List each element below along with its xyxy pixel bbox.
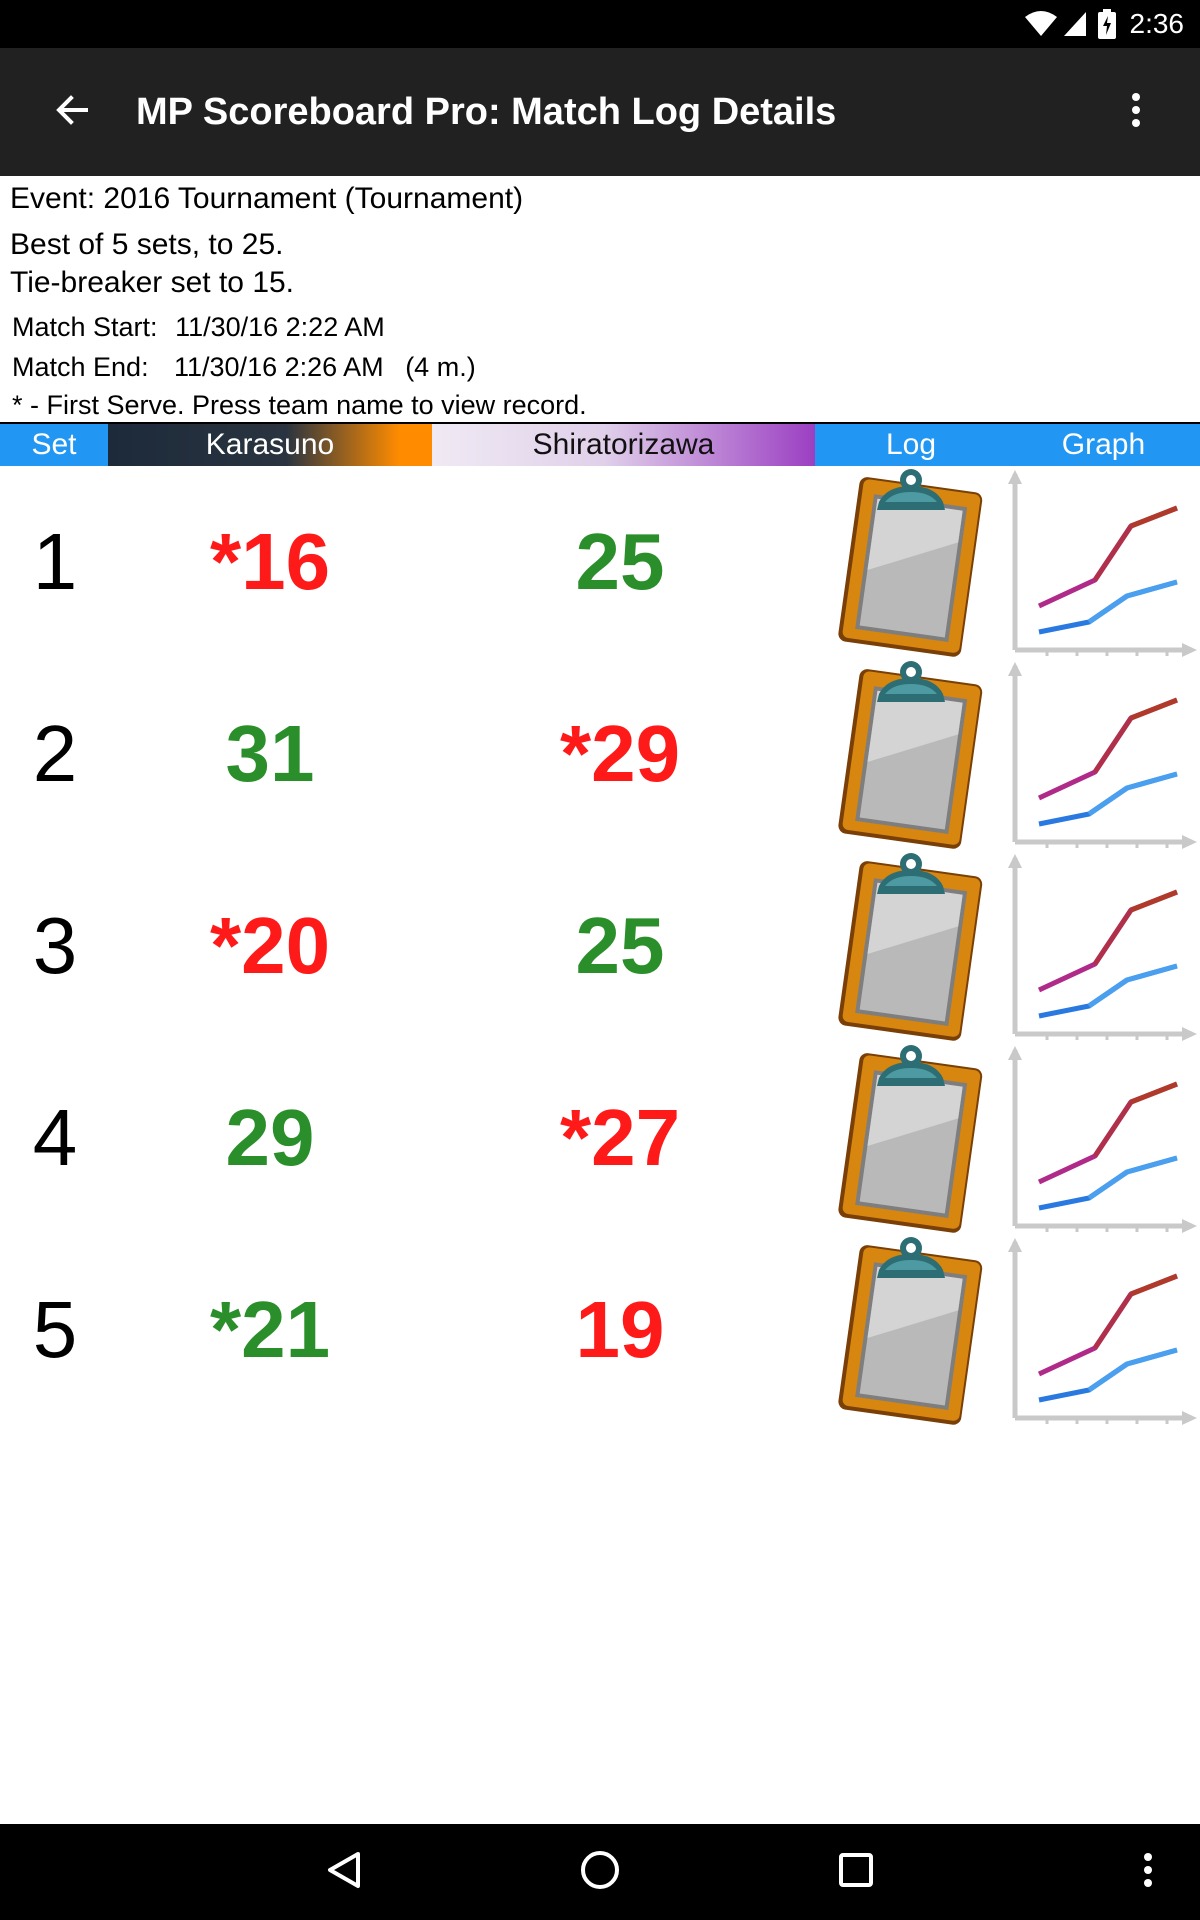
view-graph-button[interactable]	[1007, 1234, 1200, 1426]
nav-back-button[interactable]	[312, 1840, 376, 1904]
view-graph-button[interactable]	[1007, 658, 1200, 850]
nav-home-button[interactable]	[568, 1840, 632, 1904]
tiebreaker-text: Tie-breaker set to 15.	[10, 266, 295, 299]
header-team-shiratorizawa[interactable]: Shiratorizawa	[432, 424, 815, 466]
karasuno-score: 31	[225, 709, 315, 798]
clipboard-icon	[815, 850, 1007, 1042]
match-end: Match End: 11/30/16 2:26 AM (4 m.)	[12, 352, 476, 383]
set-number: 5	[32, 1285, 78, 1374]
format-text: Best of 5 sets, to 25.	[10, 228, 284, 261]
set-number: 4	[32, 1093, 78, 1182]
header-team-karasuno[interactable]: Karasuno	[108, 424, 432, 466]
set-row: 5 *21 19	[0, 1234, 1200, 1426]
shiratorizawa-score: *27	[559, 1093, 681, 1182]
app-bar: MP Scoreboard Pro: Match Log Details	[0, 48, 1200, 176]
match-start-label: Match Start:	[12, 312, 158, 342]
line-graph-icon	[1007, 466, 1200, 658]
page-title: MP Scoreboard Pro: Match Log Details	[136, 91, 837, 133]
set-number: 2	[32, 709, 78, 798]
first-serve-note: * - First Serve. Press team name to view…	[12, 390, 587, 420]
karasuno-score: *20	[209, 901, 331, 990]
set-number: 3	[32, 901, 78, 990]
karasuno-score: *16	[209, 517, 331, 606]
nav-recents-button[interactable]	[824, 1840, 888, 1904]
line-graph-icon	[1007, 1234, 1200, 1426]
back-button[interactable]	[40, 80, 104, 144]
clipboard-icon	[815, 1234, 1007, 1426]
karasuno-score: *21	[209, 1285, 331, 1374]
more-vert-icon	[1130, 92, 1142, 133]
arrow-back-icon	[54, 92, 90, 133]
header-set: Set	[0, 424, 108, 466]
clipboard-icon	[815, 466, 1007, 658]
line-graph-icon	[1007, 1042, 1200, 1234]
line-graph-icon	[1007, 658, 1200, 850]
match-start: Match Start: 11/30/16 2:22 AM	[12, 312, 385, 343]
battery-charging-icon	[1097, 9, 1116, 39]
clipboard-icon	[815, 658, 1007, 850]
set-row: 3 *20 25	[0, 850, 1200, 1042]
overflow-menu-button[interactable]	[1108, 84, 1164, 140]
system-nav-bar	[0, 1824, 1200, 1920]
view-log-button[interactable]	[815, 466, 1007, 658]
status-time: 2:36	[1129, 8, 1185, 39]
view-log-button[interactable]	[815, 1234, 1007, 1426]
karasuno-score: 29	[225, 1093, 315, 1182]
view-graph-button[interactable]	[1007, 850, 1200, 1042]
recents-square-icon	[838, 1852, 874, 1893]
wifi-icon	[1024, 10, 1058, 38]
match-start-value: 11/30/16 2:22 AM	[175, 312, 385, 342]
line-graph-icon	[1007, 850, 1200, 1042]
view-graph-button[interactable]	[1007, 1042, 1200, 1234]
status-bar: 2:36	[0, 0, 1200, 48]
view-graph-button[interactable]	[1007, 466, 1200, 658]
match-end-value: 11/30/16 2:26 AM	[174, 352, 384, 382]
shiratorizawa-score: 19	[575, 1285, 665, 1374]
status-icons: 2:36	[1024, 0, 1185, 48]
set-row: 1 *16 25	[0, 466, 1200, 658]
match-end-label: Match End:	[12, 352, 149, 382]
event-text: Event: 2016 Tournament (Tournament)	[10, 182, 524, 215]
shiratorizawa-score: 25	[575, 901, 665, 990]
view-log-button[interactable]	[815, 658, 1007, 850]
home-circle-icon	[579, 1849, 621, 1896]
nav-overflow-button[interactable]	[1116, 1840, 1180, 1904]
view-log-button[interactable]	[815, 1042, 1007, 1234]
more-vert-icon	[1143, 1852, 1153, 1893]
table-header: Set Karasuno Shiratorizawa Log Graph	[0, 422, 1200, 466]
clipboard-icon	[815, 1042, 1007, 1234]
view-log-button[interactable]	[815, 850, 1007, 1042]
set-row: 4 29 *27	[0, 1042, 1200, 1234]
shiratorizawa-score: *29	[559, 709, 681, 798]
back-triangle-icon	[326, 1850, 362, 1895]
header-log: Log	[815, 424, 1007, 466]
shiratorizawa-score: 25	[575, 517, 665, 606]
set-number: 1	[32, 517, 78, 606]
match-duration: (4 m.)	[405, 352, 476, 382]
signal-icon	[1062, 10, 1088, 38]
set-row: 2 31 *29	[0, 658, 1200, 850]
header-graph: Graph	[1007, 424, 1200, 466]
